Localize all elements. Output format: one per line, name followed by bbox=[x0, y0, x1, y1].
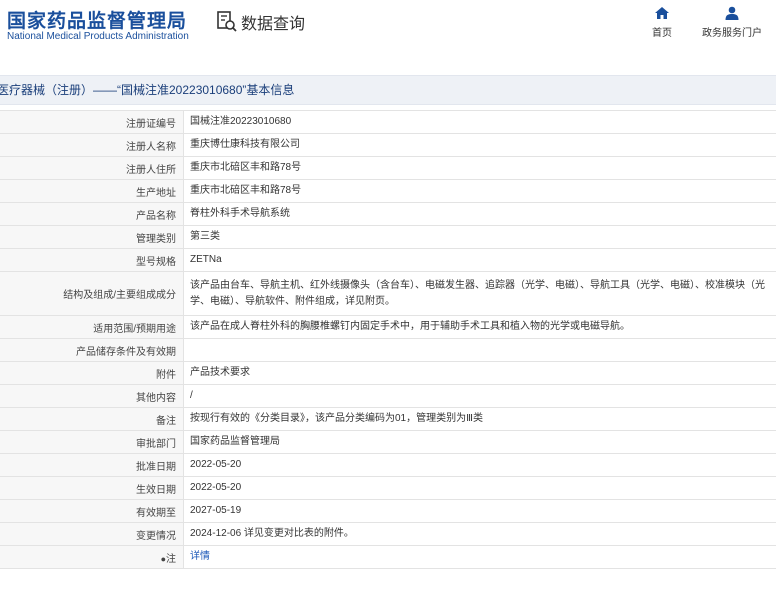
home-icon bbox=[647, 6, 677, 20]
note-value-cell: 详情 bbox=[183, 545, 776, 569]
row-label: 注册人住所 bbox=[0, 156, 184, 180]
row-value: 重庆市北碚区丰和路78号 bbox=[183, 179, 776, 203]
row-label: 注册人名称 bbox=[0, 133, 184, 157]
row-label: 变更情况 bbox=[0, 522, 184, 546]
row-value: 重庆市北碚区丰和路78号 bbox=[183, 156, 776, 180]
note-label-cell: ●注 bbox=[0, 545, 184, 569]
row-label: 备注 bbox=[0, 407, 184, 431]
row-value: 国家药品监督管理局 bbox=[183, 430, 776, 454]
note-label: 注 bbox=[166, 553, 176, 565]
table-row: 生产地址 重庆市北碚区丰和路78号 bbox=[0, 179, 776, 203]
row-value: 2022-05-20 bbox=[183, 476, 776, 500]
details-link[interactable]: 详情 bbox=[190, 551, 210, 562]
row-label: 适用范围/预期用途 bbox=[0, 315, 184, 339]
row-label: 其他内容 bbox=[0, 384, 184, 408]
table-row: 其他内容 / bbox=[0, 384, 776, 408]
site-logo-en[interactable]: National Medical Products Administration bbox=[7, 31, 189, 42]
table-row-note: ●注 详情 bbox=[0, 545, 776, 569]
table-row: 审批部门 国家药品监督管理局 bbox=[0, 430, 776, 454]
nav-home-label: 首页 bbox=[652, 28, 672, 39]
row-value: 第三类 bbox=[183, 225, 776, 249]
table-row: 型号规格 ZETNa bbox=[0, 248, 776, 272]
record-title-bar: 医疗器械（注册）——“国械注准20223010680”基本信息 bbox=[0, 75, 776, 105]
table-row: 批准日期 2022-05-20 bbox=[0, 453, 776, 477]
row-value: 2022-05-20 bbox=[183, 453, 776, 477]
row-label: 管理类别 bbox=[0, 225, 184, 249]
site-header: 国家药品监督管理局 National Medical Products Admi… bbox=[0, 0, 776, 62]
table-row: 注册人名称 重庆博仕康科技有限公司 bbox=[0, 133, 776, 157]
device-info-table: 注册证编号 国械注准20223010680 注册人名称 重庆博仕康科技有限公司 注册人住… bbox=[0, 110, 776, 569]
row-value: 该产品在成人脊柱外科的胸腰椎螺钉内固定手术中，用于辅助手术工具和植入物的光学或电… bbox=[183, 315, 776, 339]
table-row: 备注 按现行有效的《分类目录》，该产品分类编码为01，管理类别为Ⅲ类 bbox=[0, 407, 776, 431]
site-logo-cn[interactable]: 国家药品监督管理局 bbox=[7, 6, 187, 33]
row-value: 产品技术要求 bbox=[183, 361, 776, 385]
row-label: 生效日期 bbox=[0, 476, 184, 500]
row-value: 2024-12-06 详见变更对比表的附件。 bbox=[183, 522, 776, 546]
row-value bbox=[183, 338, 776, 362]
row-label: 注册证编号 bbox=[0, 110, 184, 134]
row-label: 产品储存条件及有效期 bbox=[0, 338, 184, 362]
document-search-icon bbox=[217, 11, 237, 33]
row-label: 产品名称 bbox=[0, 202, 184, 226]
row-label: 结构及组成/主要组成成分 bbox=[0, 271, 184, 316]
row-value: 2027-05-19 bbox=[183, 499, 776, 523]
table-row: 有效期至 2027-05-19 bbox=[0, 499, 776, 523]
nav-service-portal[interactable]: 政务服务门户 bbox=[700, 6, 764, 39]
row-value: 重庆博仕康科技有限公司 bbox=[183, 133, 776, 157]
table-row: 产品储存条件及有效期 bbox=[0, 338, 776, 362]
row-label: 审批部门 bbox=[0, 430, 184, 454]
row-label: 附件 bbox=[0, 361, 184, 385]
table-row: 产品名称 脊柱外科手术导航系统 bbox=[0, 202, 776, 226]
table-row: 注册人住所 重庆市北碚区丰和路78号 bbox=[0, 156, 776, 180]
table-row: 管理类别 第三类 bbox=[0, 225, 776, 249]
row-value: / bbox=[183, 384, 776, 408]
data-query-heading: 数据查询 bbox=[217, 10, 305, 34]
nav-home[interactable]: 首页 bbox=[647, 6, 677, 39]
row-label: 型号规格 bbox=[0, 248, 184, 272]
table-row: 生效日期 2022-05-20 bbox=[0, 476, 776, 500]
table-row: 附件 产品技术要求 bbox=[0, 361, 776, 385]
row-label: 批准日期 bbox=[0, 453, 184, 477]
table-row: 适用范围/预期用途 该产品在成人脊柱外科的胸腰椎螺钉内固定手术中，用于辅助手术工具… bbox=[0, 315, 776, 339]
row-value: 按现行有效的《分类目录》，该产品分类编码为01，管理类别为Ⅲ类 bbox=[183, 407, 776, 431]
row-value: 该产品由台车、导航主机、红外线摄像头（含台车）、电磁发生器、追踪器（光学、电磁）… bbox=[183, 271, 776, 316]
row-label: 有效期至 bbox=[0, 499, 184, 523]
row-label: 生产地址 bbox=[0, 179, 184, 203]
record-title: 医疗器械（注册）——“国械注准20223010680”基本信息 bbox=[0, 83, 295, 97]
user-icon bbox=[700, 6, 764, 20]
data-query-title: 数据查询 bbox=[241, 16, 306, 33]
table-row: 结构及组成/主要组成成分 该产品由台车、导航主机、红外线摄像头（含台车）、电磁发生… bbox=[0, 271, 776, 316]
nav-service-label: 政务服务门户 bbox=[702, 28, 762, 39]
row-value: ZETNa bbox=[183, 248, 776, 272]
row-value: 脊柱外科手术导航系统 bbox=[183, 202, 776, 226]
row-value: 国械注准20223010680 bbox=[183, 110, 776, 134]
table-row: 注册证编号 国械注准20223010680 bbox=[0, 110, 776, 134]
table-row: 变更情况 2024-12-06 详见变更对比表的附件。 bbox=[0, 522, 776, 546]
